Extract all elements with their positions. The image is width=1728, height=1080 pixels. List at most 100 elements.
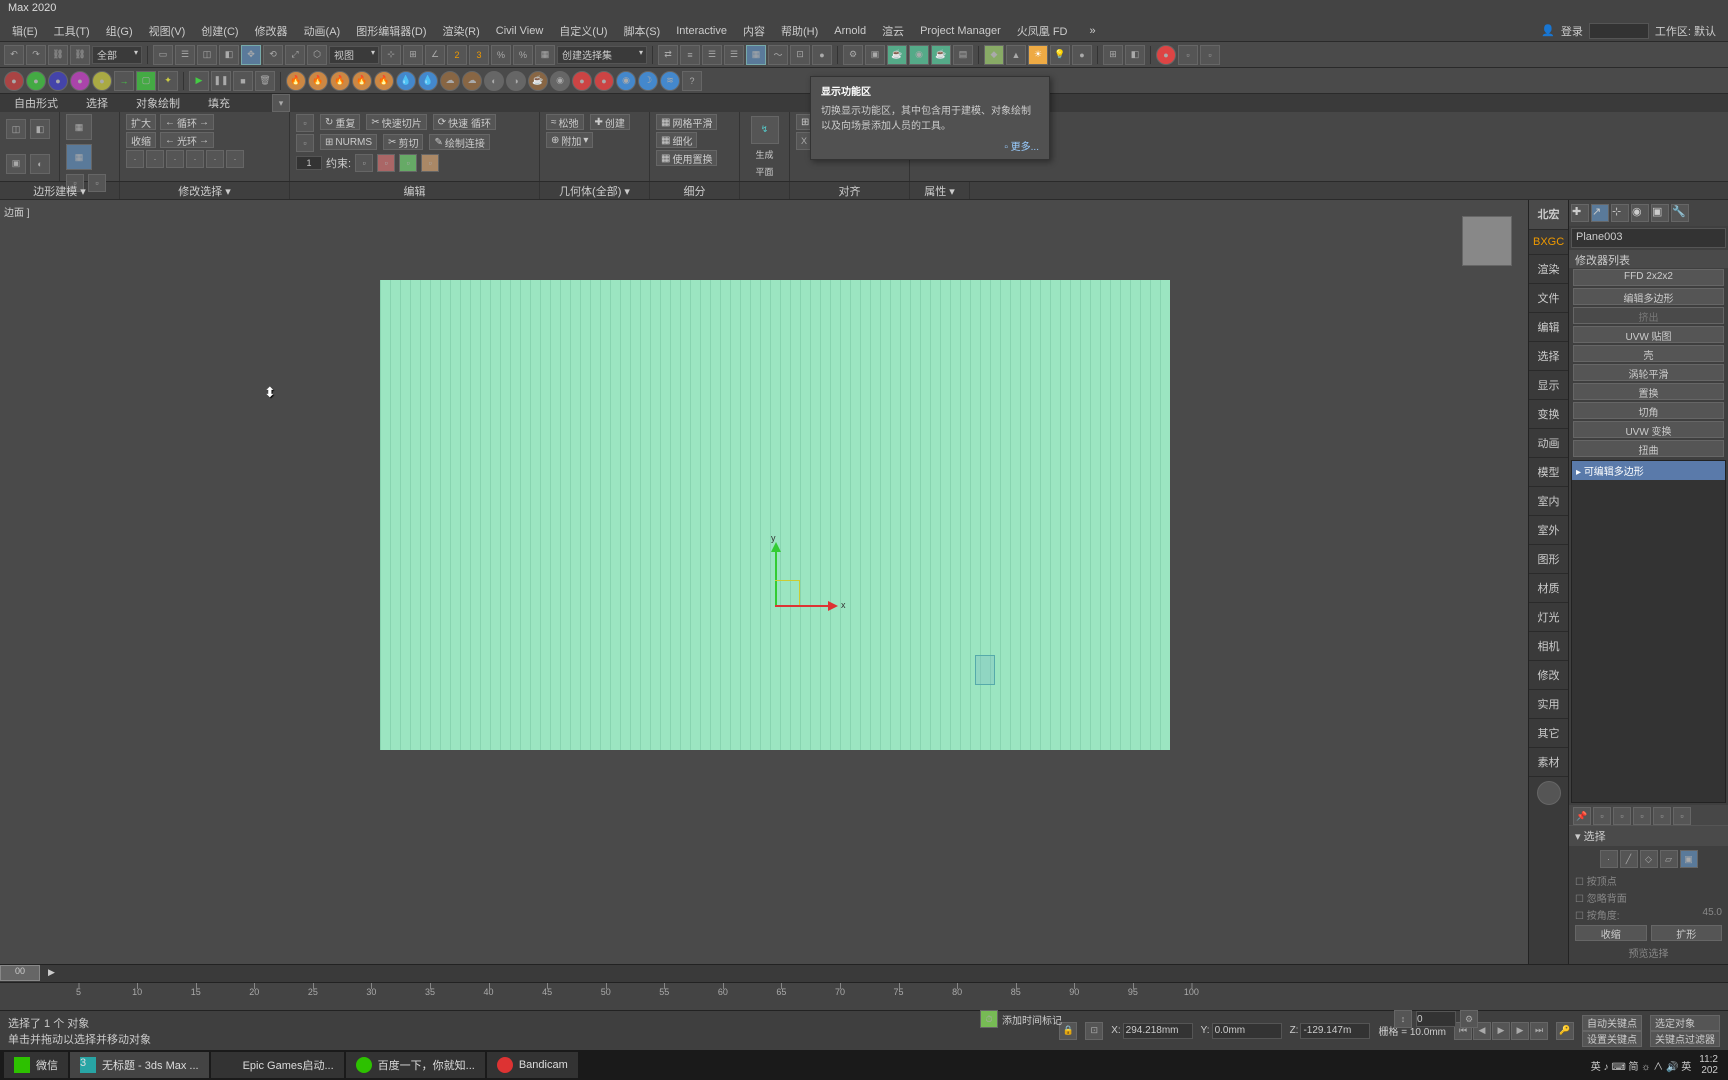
autokey-button[interactable]: 自动关键点 [1582, 1015, 1642, 1031]
side-tab[interactable]: 编辑 [1529, 313, 1568, 342]
water2-icon[interactable]: 💧 [418, 71, 438, 91]
sel-edge-icon[interactable]: ╱ [1620, 850, 1638, 868]
viewcube[interactable] [1462, 216, 1512, 266]
undo-icon[interactable]: ↶ [4, 45, 24, 65]
side-tab[interactable]: 室外 [1529, 516, 1568, 545]
st2-icon[interactable]: ▫ [1613, 807, 1631, 825]
snap-icon[interactable]: ⊞ [403, 45, 423, 65]
menu-item[interactable]: 内容 [735, 21, 773, 41]
displace-button[interactable]: ▦ 使用置换 [656, 150, 717, 166]
percent-icon[interactable]: % [491, 45, 511, 65]
side-tab[interactable]: 实用 [1529, 690, 1568, 719]
modifier-button[interactable]: 挤出 [1573, 307, 1724, 324]
meshsmooth-button[interactable]: ▦ 网格平滑 [656, 114, 717, 130]
tool-x2-icon[interactable]: ▫ [1200, 45, 1220, 65]
nurms-button[interactable]: ⊞ NURMS [320, 134, 377, 150]
misc6-icon[interactable]: ● [594, 71, 614, 91]
ribbon-tab[interactable]: 对象绘制 [130, 93, 186, 113]
menu-item[interactable]: 自定义(U) [551, 21, 615, 41]
material-icon[interactable]: ● [812, 45, 832, 65]
key-mode-icon[interactable]: 🔑 [1556, 1022, 1574, 1040]
sel-elem-icon[interactable]: ▣ [1680, 850, 1698, 868]
menu-item[interactable]: 组(G) [98, 21, 141, 41]
move-icon[interactable]: ✥ [241, 45, 261, 65]
sel-vert-icon[interactable]: · [1600, 850, 1618, 868]
ribbon-toggle-icon[interactable]: ▾ [272, 94, 290, 112]
ribbon-toggle-icon[interactable]: ▦ [746, 45, 766, 65]
orb3-icon[interactable]: ● [48, 71, 68, 91]
side-tab[interactable]: 素材 [1529, 748, 1568, 777]
makeplanar-icon[interactable]: ↯ [751, 116, 779, 144]
quickslice-button[interactable]: ✂ 快速切片 [366, 114, 426, 130]
layer-icon[interactable]: ☰ [702, 45, 722, 65]
modifier-button[interactable]: UVW 贴图 [1573, 326, 1724, 343]
side-tab[interactable]: 变换 [1529, 400, 1568, 429]
tooltip-more-link[interactable]: ▫ 更多... [821, 138, 1039, 153]
snap-3-icon[interactable]: 3 [469, 45, 489, 65]
c2-icon[interactable]: ▫ [377, 154, 395, 172]
ribbon-label[interactable]: 修改选择 ▾ [120, 182, 290, 199]
m5-icon[interactable]: · [206, 150, 224, 168]
poly3-icon[interactable]: ▣ [6, 154, 26, 174]
attach-button[interactable]: ⊕ 附加 ▾ [546, 132, 593, 148]
side-tab[interactable]: 其它 [1529, 719, 1568, 748]
play-anim-icon[interactable]: ▶ [1492, 1022, 1510, 1040]
menu-item[interactable]: Interactive [668, 23, 735, 39]
help-icon[interactable]: ? [682, 71, 702, 91]
modifier-button[interactable]: 置换 [1573, 383, 1724, 400]
spinner-icon[interactable]: % [513, 45, 533, 65]
m2-icon[interactable]: · [146, 150, 164, 168]
rec-icon[interactable]: ● [1156, 45, 1176, 65]
selkey-dropdown[interactable]: 选定对象 [1650, 1015, 1720, 1031]
fire4-icon[interactable]: 🔥 [352, 71, 372, 91]
shrink-button[interactable]: 收缩 [1575, 925, 1647, 941]
link-icon[interactable]: ⛓ [48, 45, 68, 65]
side-tab[interactable]: 材质 [1529, 574, 1568, 603]
side-tab[interactable]: 室内 [1529, 487, 1568, 516]
orb2-icon[interactable]: ● [26, 71, 46, 91]
render3-icon[interactable]: ☕ [931, 45, 951, 65]
stack-item[interactable]: ▸ 可编辑多边形 [1572, 461, 1725, 480]
snap-angle-icon[interactable]: ∠ [425, 45, 445, 65]
modifier-list-label[interactable]: 修改器列表 [1569, 250, 1728, 268]
user-icon[interactable]: 👤 [1541, 24, 1555, 37]
menu-item[interactable]: 视图(V) [141, 21, 194, 41]
orb5-icon[interactable]: ● [92, 71, 112, 91]
poly2-icon[interactable]: ◧ [30, 119, 50, 139]
unlink-icon[interactable]: ⛓ [70, 45, 90, 65]
taskbar-item[interactable]: Bandicam [487, 1052, 578, 1078]
taskbar-item[interactable]: 3无标题 - 3ds Max ... [70, 1052, 209, 1078]
st4-icon[interactable]: ▫ [1653, 807, 1671, 825]
gizmo-x-axis[interactable] [775, 605, 835, 607]
rollout-select[interactable]: ▾ 选择 [1569, 825, 1728, 846]
misc8-icon[interactable]: ☽ [638, 71, 658, 91]
menu-item[interactable]: Project Manager [912, 23, 1009, 39]
selection-filter[interactable]: 全部 [92, 46, 142, 64]
workspace-label[interactable]: 工作区: 默认 [1655, 23, 1716, 39]
placement-icon[interactable]: ⬡ [307, 45, 327, 65]
select-name-icon[interactable]: ☰ [175, 45, 195, 65]
menu-item[interactable]: 动画(A) [296, 21, 349, 41]
spinner-input[interactable] [296, 156, 322, 170]
modifier-stack[interactable]: ▸ 可编辑多边形 [1571, 460, 1726, 803]
ribbon-label[interactable]: 边形建模 ▾ [0, 182, 120, 199]
e1-icon[interactable]: ▫ [296, 134, 314, 152]
align-icon[interactable]: ≡ [680, 45, 700, 65]
taskbar-item[interactable]: 百度一下，你就知... [346, 1052, 485, 1078]
tessellate-button[interactable]: ▦ 细化 [656, 132, 697, 148]
coord-y-input[interactable] [1212, 1023, 1282, 1039]
iso-icon[interactable]: ⊡ [1085, 1022, 1103, 1040]
time-slider-thumb[interactable]: 00 [0, 965, 40, 981]
coord-x-input[interactable] [1123, 1023, 1193, 1039]
taskbar-item[interactable]: 微信 [4, 1052, 68, 1078]
water1-icon[interactable]: 💧 [396, 71, 416, 91]
modifier-button[interactable]: FFD 2x2x2 [1573, 269, 1724, 286]
redo-icon[interactable]: ↷ [26, 45, 46, 65]
m1-icon[interactable]: · [126, 150, 144, 168]
m4-icon[interactable]: · [186, 150, 204, 168]
object-name-field[interactable]: Plane003 [1571, 228, 1726, 248]
st3-icon[interactable]: ▫ [1633, 807, 1651, 825]
hierarchy-tab-icon[interactable]: ⊹ [1611, 204, 1629, 222]
side-tab[interactable]: 显示 [1529, 371, 1568, 400]
side-tab[interactable]: 动画 [1529, 429, 1568, 458]
